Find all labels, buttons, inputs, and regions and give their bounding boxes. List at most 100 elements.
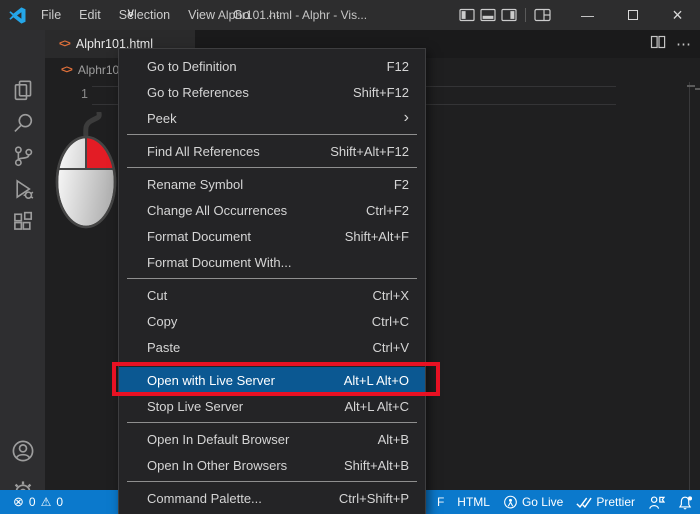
submenu-arrow-icon: › [404, 105, 409, 131]
line-number: 1 [81, 87, 88, 101]
prettier-button[interactable]: Prettier [576, 495, 635, 509]
toggle-sidebar-left-icon[interactable] [456, 0, 477, 30]
status-fragment[interactable]: F [437, 495, 444, 509]
minimize-button[interactable]: — [565, 0, 610, 30]
menu-item-copy[interactable]: Copy Ctrl+C [119, 308, 425, 334]
bell-icon [678, 495, 693, 510]
menu-item-command-palette[interactable]: Command Palette... Ctrl+Shift+P [119, 485, 425, 511]
warnings-count: 0 [56, 495, 63, 509]
menu-item-go-to-definition[interactable]: Go to Definition F12 [119, 53, 425, 79]
run-debug-icon[interactable] [0, 172, 45, 205]
toggle-panel-icon[interactable] [477, 0, 498, 30]
errors-count: 0 [29, 495, 36, 509]
menu-item-shortcut: Shift+F12 [353, 85, 409, 100]
html-tag-icon: <> [61, 64, 72, 76]
warnings-icon: ⚠ [41, 495, 52, 509]
split-editor-icon[interactable] [650, 34, 666, 55]
menubar-selection[interactable]: Selection [110, 0, 179, 30]
menu-item-label: Command Palette... [147, 491, 262, 506]
menu-item-label: Format Document With... [147, 255, 291, 270]
tab-chevron-down-icon[interactable]: ∨ [126, 5, 136, 21]
source-control-icon[interactable] [0, 139, 45, 172]
menubar-file[interactable]: File [32, 0, 70, 30]
toggle-sidebar-right-icon[interactable] [498, 0, 519, 30]
titlebar-separator [525, 8, 526, 22]
menu-item-paste[interactable]: PasteCtrl+V [119, 334, 425, 360]
vscode-window: File Edit Selection View Go ⋯ Alphr101.h… [0, 0, 700, 514]
feedback-button[interactable] [648, 495, 665, 510]
menu-item-label: Stop Live Server [147, 399, 243, 414]
menu-item-label: Format Document [147, 229, 251, 244]
maximize-icon [628, 10, 638, 20]
menu-item-shortcut: Shift+Alt+B [344, 458, 409, 473]
menu-item-shortcut: Alt+L Alt+C [344, 399, 409, 414]
menu-item-label: Peek [147, 111, 177, 126]
menu-item-open-in-default-browser[interactable]: Open In Default Browser Alt+B [119, 426, 425, 452]
menu-separator [127, 278, 417, 279]
context-menu: Go to Definition F12 Go to References Shift… [118, 48, 426, 514]
menu-item-format-document-with[interactable]: Format Document With... [119, 249, 425, 275]
minimap-content [687, 85, 695, 87]
menu-item-open-in-other-browsers[interactable]: Open In Other Browsers Shift+Alt+B [119, 452, 425, 478]
menu-item-rename-symbol[interactable]: Rename SymbolF2 [119, 171, 425, 197]
menu-item-label: Cut [147, 288, 167, 303]
menu-item-shortcut: F12 [387, 59, 409, 74]
menu-item-shortcut: Shift+Alt+F12 [330, 144, 409, 159]
menu-item-shortcut: Ctrl+X [373, 288, 409, 303]
search-icon[interactable] [0, 106, 45, 139]
menu-item-label: Go to References [147, 85, 249, 100]
menu-item-stop-live-server[interactable]: Stop Live Server Alt+L Alt+C [119, 393, 425, 419]
menu-item-label: Open In Other Browsers [147, 458, 287, 473]
menu-separator [127, 363, 417, 364]
double-check-icon [576, 496, 592, 509]
menu-item-label: Go to Definition [147, 59, 237, 74]
broadcast-icon [503, 495, 518, 510]
menu-item-open-with-live-server[interactable]: Open with Live Server Alt+L Alt+O [119, 367, 425, 393]
close-button[interactable]: × [655, 0, 700, 30]
menu-separator [127, 134, 417, 135]
menu-item-label: Open with Live Server [147, 373, 275, 388]
right-click-mouse-graphic [53, 112, 119, 235]
menu-item-change-all-occurrences[interactable]: Change All Occurrences Ctrl+F2 [119, 197, 425, 223]
menu-item-label: Copy [147, 314, 177, 329]
extensions-icon[interactable] [0, 205, 45, 238]
menu-item-label: Change All Occurrences [147, 203, 287, 218]
menubar-edit[interactable]: Edit [70, 0, 110, 30]
explorer-icon[interactable] [0, 73, 45, 106]
menu-item-shortcut: Alt+L Alt+O [344, 373, 409, 388]
activity-bar [0, 30, 45, 490]
menu-item-label: Paste [147, 340, 180, 355]
html-tag-icon: <> [59, 38, 70, 50]
feedback-icon [648, 495, 665, 510]
maximize-button[interactable] [610, 0, 655, 30]
menu-item-shortcut: Shift+Alt+F [345, 229, 409, 244]
menu-item-label: Open In Default Browser [147, 432, 289, 447]
minimap-divider [689, 82, 690, 490]
go-live-label: Go Live [522, 495, 563, 509]
menu-item-peek[interactable]: Peek › [119, 105, 425, 131]
problems-indicator[interactable]: ⊗ 0 ⚠ 0 [13, 490, 63, 514]
prettier-label: Prettier [596, 495, 635, 509]
customize-layout-icon[interactable] [532, 0, 553, 30]
menu-item-find-all-references[interactable]: Find All References Shift+Alt+F12 [119, 138, 425, 164]
menu-item-shortcut: Ctrl+F2 [366, 203, 409, 218]
menu-separator [127, 422, 417, 423]
notifications-button[interactable] [678, 495, 693, 510]
menu-separator [127, 481, 417, 482]
menu-item-format-document[interactable]: Format Document Shift+Alt+F [119, 223, 425, 249]
editor-more-actions-icon[interactable]: ⋯ [676, 35, 692, 53]
menu-item-cut[interactable]: Cut Ctrl+X [119, 282, 425, 308]
menu-item-label: Rename Symbol [147, 177, 243, 192]
account-icon[interactable] [0, 434, 45, 467]
go-live-button[interactable]: Go Live [503, 495, 563, 510]
menu-item-shortcut: Ctrl+C [372, 314, 409, 329]
titlebar: File Edit Selection View Go ⋯ Alphr101.h… [0, 0, 700, 30]
menu-item-shortcut: Alt+B [378, 432, 409, 447]
menu-item-shortcut: Ctrl+Shift+P [339, 491, 409, 506]
minimap-content [695, 88, 700, 90]
window-title: Alphr101.html - Alphr - Vis... [205, 8, 380, 22]
language-mode[interactable]: HTML [457, 495, 490, 509]
menu-item-go-to-references[interactable]: Go to References Shift+F12 [119, 79, 425, 105]
menu-item-label: Find All References [147, 144, 260, 159]
menu-separator [127, 167, 417, 168]
